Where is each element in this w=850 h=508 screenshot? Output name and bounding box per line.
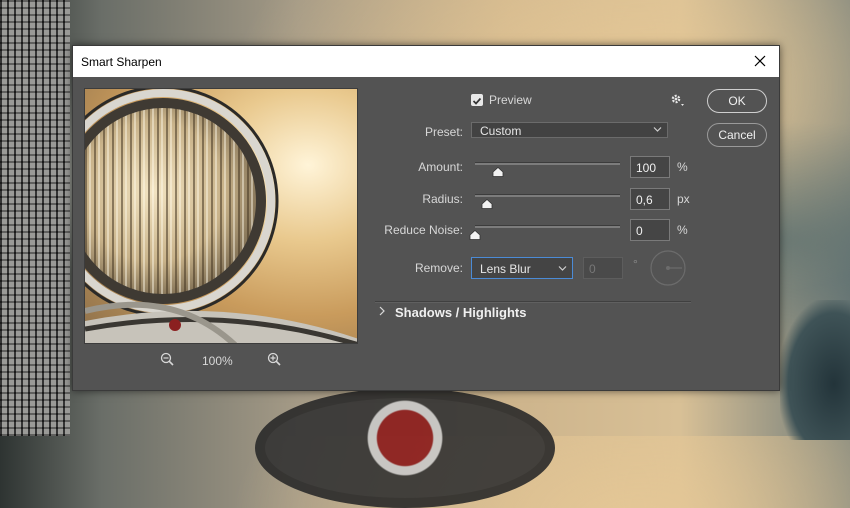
section-toggle[interactable] [378, 304, 386, 322]
close-icon [754, 55, 766, 67]
preset-label: Preset: [424, 125, 463, 139]
remove-value: Lens Blur [480, 262, 531, 276]
reduce-noise-label: Reduce Noise: [384, 223, 463, 237]
angle-dial-icon [650, 250, 686, 286]
preview-label: Preview [489, 93, 532, 107]
zoom-out-button[interactable] [160, 352, 174, 369]
reduce-noise-slider-thumb[interactable] [469, 230, 481, 240]
preview-image[interactable] [84, 88, 358, 344]
amount-unit: % [677, 160, 688, 174]
zoom-in-button[interactable] [267, 352, 281, 369]
radius-input[interactable]: 0,6 [630, 188, 670, 210]
section-divider [375, 301, 691, 303]
angle-dial [649, 249, 687, 292]
amount-slider-thumb[interactable] [492, 167, 504, 177]
smart-sharpen-dialog: Smart Sharpen 100% Preview OK Cancel Pre… [72, 45, 780, 391]
radius-slider-track[interactable] [475, 194, 620, 197]
zoom-in-icon [267, 352, 281, 366]
background-grille [0, 0, 70, 436]
preset-dropdown[interactable]: Custom [471, 122, 668, 138]
remove-dropdown[interactable]: Lens Blur [471, 257, 573, 279]
background-fender [780, 300, 850, 440]
gear-icon [671, 94, 684, 106]
chevron-down-icon [558, 266, 567, 271]
radius-slider-thumb[interactable] [481, 199, 493, 209]
background-wheel [255, 388, 555, 508]
title-bar: Smart Sharpen [73, 46, 779, 77]
remove-label: Remove: [414, 261, 463, 275]
radius-unit: px [677, 192, 690, 206]
amount-slider-track[interactable] [475, 162, 620, 165]
cancel-button[interactable]: Cancel [707, 123, 767, 147]
preview-checkbox[interactable] [471, 94, 483, 106]
angle-degree-symbol: ° [633, 257, 638, 271]
zoom-out-icon [160, 352, 174, 366]
zoom-controls: 100% [84, 349, 358, 373]
dialog-title: Smart Sharpen [81, 55, 162, 69]
settings-button[interactable] [670, 93, 686, 114]
shadows-highlights-section[interactable]: Shadows / Highlights [395, 305, 526, 320]
ok-button[interactable]: OK [707, 89, 767, 113]
close-button[interactable] [747, 49, 773, 73]
reduce-noise-unit: % [677, 223, 688, 237]
chevron-down-icon [653, 127, 662, 132]
zoom-level: 100% [202, 354, 233, 368]
amount-label: Amount: [418, 160, 463, 174]
radius-label: Radius: [422, 192, 463, 206]
preset-value: Custom [480, 124, 522, 138]
chevron-right-icon [379, 306, 385, 316]
reduce-noise-slider-track[interactable] [475, 225, 620, 228]
angle-input: 0 [583, 257, 623, 279]
checkmark-icon [472, 97, 482, 105]
reduce-noise-input[interactable]: 0 [630, 219, 670, 241]
headlight-image [85, 89, 357, 343]
amount-input[interactable]: 100 [630, 156, 670, 178]
